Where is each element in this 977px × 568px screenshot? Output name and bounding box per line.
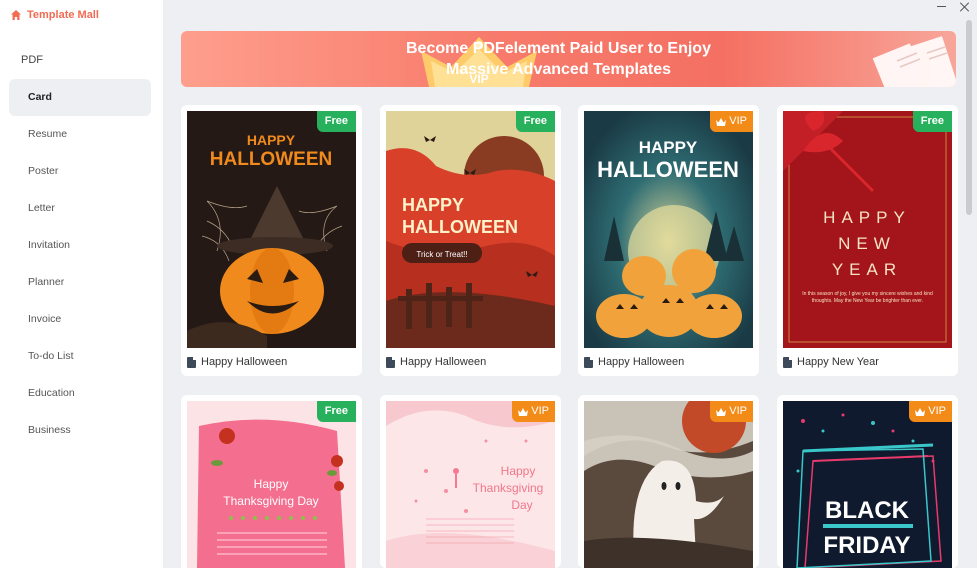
svg-text:HALLOWEEN: HALLOWEEN [210,149,332,170]
vip-badge: VIP [710,111,753,132]
template-card[interactable]: Happy Thanksgiving Day Free [181,395,362,568]
svg-text:YEAR: YEAR [832,260,902,279]
template-thumbnail[interactable]: Happy Thanksgiving Day [386,401,555,568]
template-title: Happy Halloween [400,356,487,368]
crown-icon [915,407,926,416]
vip-promo-banner[interactable]: VIP Become PDFelement Paid User to Enjoy… [181,31,956,87]
free-badge: Free [316,111,356,132]
banner-line-2: Massive Advanced Templates [446,61,671,78]
template-title: Happy Halloween [598,356,685,368]
nav-item-card[interactable]: Card [9,79,151,116]
template-caption: Happy New Year [783,356,879,368]
vip-badge-label: VIP [729,115,747,127]
vip-badge-label: VIP [928,405,946,417]
template-thumbnail[interactable]: HAPPY HALLOWEEN [187,111,356,348]
vip-badge: VIP [512,401,555,422]
category-nav: Card Resume Poster Letter Invitation Pla… [9,79,151,449]
crown-icon [716,117,727,126]
banner-line-1: Become PDFelement Paid User to Enjoy [406,40,711,57]
nav-item-education[interactable]: Education [9,375,151,412]
nav-item-invitation[interactable]: Invitation [9,227,151,264]
nav-item-business[interactable]: Business [9,412,151,449]
svg-text:HALLOWEEN: HALLOWEEN [597,157,739,182]
nav-item-todo-list[interactable]: To-do List [9,338,151,375]
scrollbar-thumb[interactable] [966,20,972,215]
nav-item-poster[interactable]: Poster [9,153,151,190]
close-button[interactable] [959,1,971,13]
template-thumbnail[interactable]: HAPPY HALLOWEEN Trick or Treat!! [386,111,555,348]
template-caption: Happy Halloween [187,356,287,368]
document-icon [386,356,395,368]
svg-text:Day: Day [511,498,532,512]
svg-text:Happy: Happy [501,464,536,478]
card-body-text: In this season of joy, I give you my sin… [802,291,933,304]
svg-text:Trick or Treat!!: Trick or Treat!! [416,250,467,259]
template-card[interactable]: HAPPY HALLOWEEN Trick or Treat!! Free Ha… [380,105,561,376]
template-card[interactable]: Happy Thanksgiving Day VIP [380,395,561,568]
svg-text:HAPPY: HAPPY [639,138,698,157]
svg-text:HAPPY: HAPPY [247,132,296,148]
free-badge: Free [316,401,356,422]
minimize-button[interactable] [937,6,946,7]
crown-icon [518,407,529,416]
template-card[interactable]: HAPPY HALLOWEEN VIP Happy Halloween [578,105,759,376]
template-thumbnail[interactable]: Happy Thanksgiving Day [187,401,356,568]
sidebar: Template Mall PDF Card Resume Poster Let… [0,0,163,568]
template-thumbnail[interactable]: HAPPY NEW YEAR In this season of joy, I … [783,111,952,348]
template-caption: Happy Halloween [584,356,684,368]
document-icon [187,356,196,368]
vip-badge: VIP [909,401,952,422]
vip-badge-label: VIP [729,405,747,417]
home-icon [11,10,21,20]
template-thumbnail[interactable]: BLACK FRIDAY [783,401,952,568]
free-badge: Free [912,111,952,132]
crown-icon [716,407,727,416]
svg-text:HAPPY: HAPPY [823,208,911,227]
nav-item-invoice[interactable]: Invoice [9,301,151,338]
template-thumbnail[interactable] [584,401,753,568]
svg-text:BLACK: BLACK [825,497,910,524]
nav-item-letter[interactable]: Letter [9,190,151,227]
template-card[interactable]: HAPPY NEW YEAR In this season of joy, I … [777,105,958,376]
template-thumbnail[interactable]: HAPPY HALLOWEEN [584,111,753,348]
free-badge: Free [515,111,555,132]
svg-text:HAPPY: HAPPY [402,195,464,215]
svg-text:Thanksgiving Day: Thanksgiving Day [223,494,318,508]
template-card[interactable]: HAPPY HALLOWEEN Free Happy Halloween [181,105,362,376]
app-title: Template Mall [27,9,99,21]
vip-badge-label: VIP [531,405,549,417]
template-title: Happy Halloween [201,356,288,368]
template-card[interactable]: VIP [578,395,759,568]
svg-text:Happy: Happy [254,477,289,491]
nav-section-pdf[interactable]: PDF [21,54,43,66]
svg-text:NEW: NEW [838,234,896,253]
svg-text:HALLOWEEN: HALLOWEEN [402,217,518,237]
nav-item-planner[interactable]: Planner [9,264,151,301]
svg-text:FRIDAY: FRIDAY [823,532,910,559]
svg-text:Thanksgiving: Thanksgiving [473,481,544,495]
banner-headline: Become PDFelement Paid User to Enjoy Mas… [181,38,956,80]
template-caption: Happy Halloween [386,356,486,368]
template-title: Happy New Year [797,356,879,368]
document-icon [584,356,593,368]
vip-badge: VIP [710,401,753,422]
template-card[interactable]: BLACK FRIDAY VIP [777,395,958,568]
document-icon [783,356,792,368]
app-brand[interactable]: Template Mall [10,9,99,21]
nav-item-resume[interactable]: Resume [9,116,151,153]
